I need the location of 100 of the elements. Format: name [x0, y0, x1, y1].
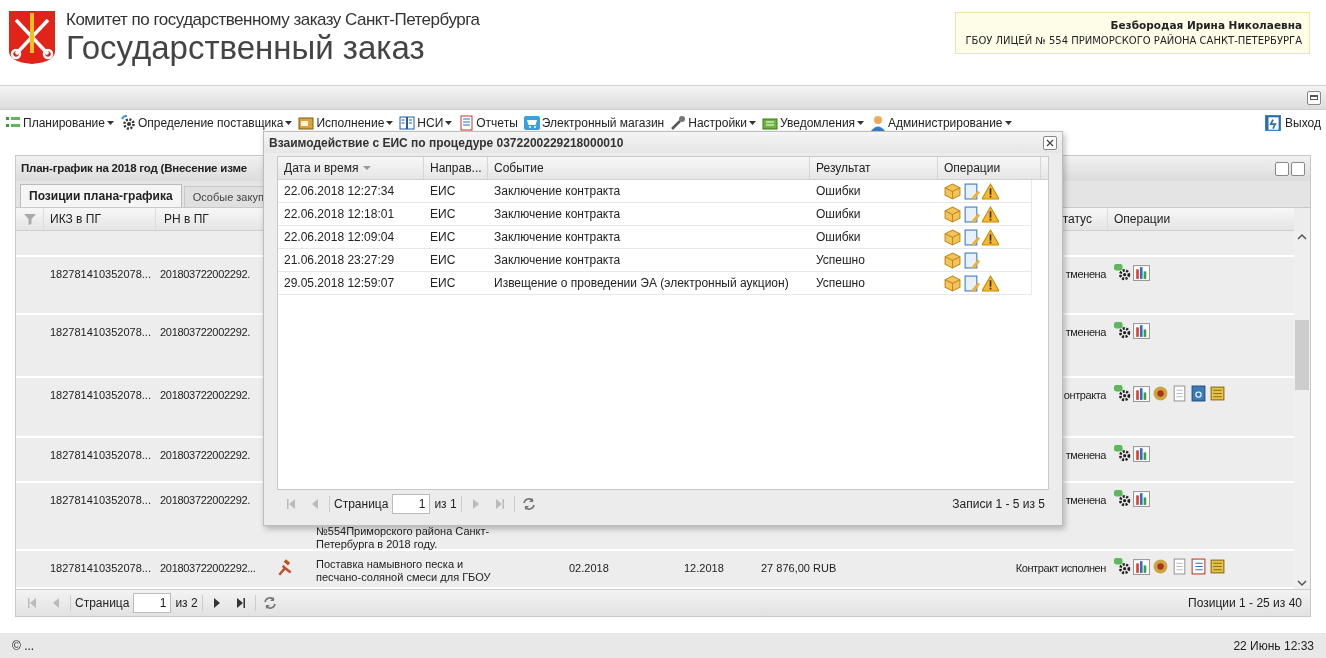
menu-item[interactable]: Отчеты [458, 114, 518, 132]
table-cell-text: 201803722002292. [159, 388, 252, 403]
menu-item[interactable]: Планирование [5, 114, 114, 132]
document-edit-icon[interactable] [963, 182, 980, 200]
table-cell: 02.2018 [569, 562, 609, 574]
organization-name: Комитет по государственному заказу Санкт-Петербурга [66, 10, 480, 30]
package-icon[interactable] [944, 228, 961, 246]
table-cell-text: Контракт исполнен [1015, 561, 1106, 576]
table-cell-text: 201803722002292. [159, 493, 252, 508]
menu-item[interactable]: Настройки [670, 114, 757, 132]
warning-icon[interactable] [982, 182, 999, 200]
document-edit-icon[interactable] [963, 205, 980, 223]
document-edit-icon[interactable] [963, 228, 980, 246]
records-summary: Позиции 1 - 25 из 40 [1188, 595, 1303, 612]
menu-item[interactable]: НСИ [399, 114, 453, 132]
refresh-button[interactable] [1291, 161, 1305, 176]
bar-chart-icon[interactable] [1133, 264, 1150, 281]
sort-icon [363, 166, 372, 170]
document-edit-icon[interactable] [963, 251, 980, 269]
cart-icon [523, 115, 540, 131]
scroll-thumb[interactable] [1295, 320, 1309, 390]
bar-chart-icon[interactable] [1133, 445, 1150, 462]
table-cell-text: тменена [1065, 325, 1106, 340]
table-cell-text: Ошибки [815, 206, 862, 223]
table-cell-text: ЕИС [429, 252, 457, 269]
panel-title: План-график на 2018 год (Внесение изме [21, 160, 247, 176]
notebook-icon[interactable] [1190, 558, 1207, 575]
table-cell-text: ЕИС [429, 275, 457, 292]
tab[interactable]: Позиции плана-графика [20, 184, 182, 207]
warning-icon[interactable] [982, 274, 999, 292]
gear-icon[interactable] [1114, 558, 1131, 575]
bar-chart-icon[interactable] [1133, 558, 1150, 575]
menu-item[interactable]: Администрирование [870, 114, 1012, 132]
table-cell-text: онтракта [1063, 388, 1106, 403]
logout-button[interactable]: Выход [1264, 114, 1321, 132]
menu-item[interactable]: Уведомления [762, 114, 865, 132]
package-icon[interactable] [944, 251, 961, 269]
bar-chart-icon[interactable] [1133, 385, 1150, 402]
gear-icon [119, 115, 136, 131]
table-cell-text: 182781410352078... [49, 448, 152, 463]
table-cell-text: 22.06.2018 12:18:01 [283, 206, 396, 223]
page-input[interactable]: 1 [392, 494, 431, 514]
table-cell-text: Заключение контракта [493, 183, 622, 200]
table-cell-text: 29.05.2018 12:59:07 [283, 275, 396, 292]
package-icon[interactable] [944, 182, 961, 200]
wrench-icon [670, 115, 687, 131]
collapse-button[interactable] [1275, 161, 1289, 176]
document-edit-icon[interactable] [963, 274, 980, 292]
gear-icon[interactable] [1114, 490, 1131, 507]
site-title: Государственный заказ [66, 30, 426, 66]
table-cell-text: Заключение контракта [493, 229, 622, 246]
gear-icon[interactable] [1114, 385, 1131, 402]
table-cell-text: 182781410352078... [49, 561, 152, 576]
copyright-text: © ... [12, 637, 35, 655]
dialog-title: Взаимодействие с ЕИС по процедуре 0372200229218000010 [269, 134, 624, 152]
gear-icon[interactable] [1114, 445, 1131, 462]
page-input[interactable]: 1 [133, 593, 172, 613]
page-label: Страница [75, 595, 130, 612]
warning-icon[interactable] [982, 205, 999, 223]
table-cell: 27 876,00 RUB [761, 562, 837, 574]
records-summary: Записи 1 - 5 из 5 [952, 496, 1045, 513]
column-header[interactable]: Дата и время [278, 157, 424, 179]
package-icon[interactable] [944, 205, 961, 223]
table-cell-text: 22.06.2018 12:27:34 [283, 183, 396, 200]
table-cell-text: Извещение о проведении ЭА (электронный аукцион) [493, 275, 790, 292]
table-cell-text: Успешно [815, 252, 866, 269]
user-name: Безбородая Ирина Николаевна [1110, 18, 1302, 33]
bar-chart-icon[interactable] [1133, 322, 1150, 339]
table-cell-text: Успешно [815, 275, 866, 292]
column-header[interactable]: Результат [810, 157, 938, 179]
table-cell-text: тменена [1065, 493, 1106, 508]
warning-icon[interactable] [982, 228, 999, 246]
close-button[interactable] [1043, 135, 1057, 150]
menu-item[interactable]: Исполнение [298, 114, 394, 132]
column-header[interactable]: Направ... [424, 157, 488, 179]
emblem-icon[interactable] [1152, 558, 1169, 575]
column-header[interactable]: Операции [938, 157, 1041, 179]
menu-item[interactable]: Определение поставщика [119, 114, 293, 132]
table-cell-text: 201803722002292... [159, 561, 257, 576]
gear-icon[interactable] [1114, 264, 1131, 281]
table-cell-text: Заключение контракта [493, 252, 622, 269]
table-cell-text: 182781410352078... [49, 267, 152, 282]
table-cell-text: ЕИС [429, 206, 457, 223]
table-cell-text: Поставка намывного песка и песчано-соляной смеси для ГБОУ [315, 558, 492, 584]
table-cell-text: №554Приморского района Санкт-Петербурга в 2018 году. [315, 525, 491, 551]
column-header[interactable]: Операции [1108, 208, 1294, 230]
emblem-icon[interactable] [1152, 385, 1169, 402]
column-header[interactable]: Событие [488, 157, 810, 179]
date-time: 22 Июнь 12:33 [1233, 637, 1314, 655]
page-count: из 1 [434, 496, 457, 513]
scroll-up-icon[interactable] [1297, 233, 1307, 241]
bar-chart-icon[interactable] [1133, 490, 1150, 507]
table-cell-text: 201803722002292. [159, 448, 252, 463]
scroll-down-icon[interactable] [1297, 579, 1307, 587]
gear-icon[interactable] [1114, 322, 1131, 339]
table-cell-text: 22.06.2018 12:09:04 [283, 229, 396, 246]
column-header[interactable]: ИКЗ в ПГ [44, 208, 156, 230]
package-icon[interactable] [944, 274, 961, 292]
collapse-button[interactable] [1307, 90, 1321, 105]
table-cell-text: 182781410352078... [49, 388, 152, 403]
